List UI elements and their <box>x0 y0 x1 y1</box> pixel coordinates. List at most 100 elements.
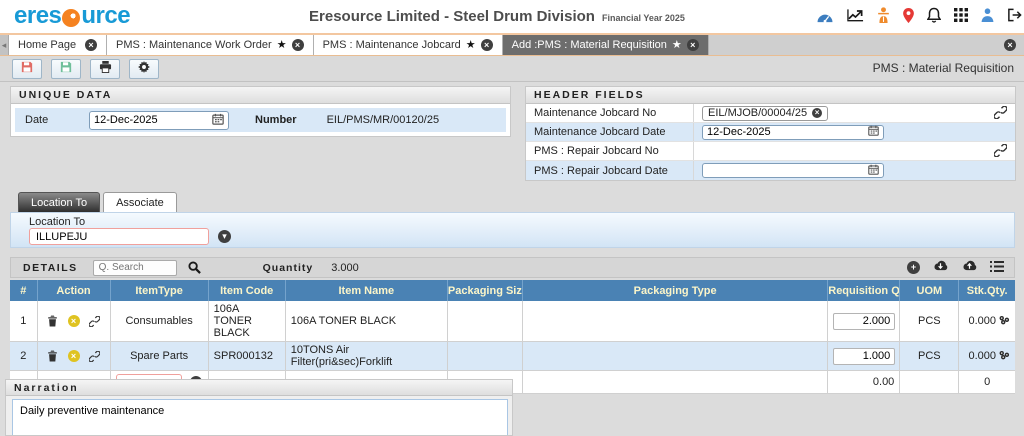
location-to-panel: Location To ▾ <box>10 212 1015 248</box>
tab-close-icon[interactable]: × <box>481 39 493 51</box>
tab-scroll-left-button[interactable]: ◂ <box>0 35 9 55</box>
cell-itemname: 106A TONER BLACK <box>285 301 447 342</box>
quantity-label: Quantity <box>263 262 314 274</box>
print-button[interactable] <box>90 59 120 79</box>
calendar-icon[interactable] <box>212 113 224 128</box>
location-dropdown-icon[interactable]: ▾ <box>218 230 231 243</box>
tab-label: Associate <box>116 197 164 209</box>
link-lookup-icon[interactable] <box>994 106 1007 122</box>
cell-itemname: 10TONS Air Filter(pri&sec)Forklift <box>285 342 447 371</box>
cell-packaging-type <box>522 301 827 342</box>
cancel-row-icon[interactable]: × <box>68 315 80 327</box>
stock-lookup-icon[interactable] <box>996 315 1010 327</box>
field-row-maintenance-jobcard-no: Maintenance Jobcard No EIL/MJOB/00004/25… <box>526 104 1015 123</box>
document-tab-bar: ◂ Home Page × PMS : Maintenance Work Ord… <box>0 33 1024 56</box>
logout-icon[interactable] <box>1007 8 1022 22</box>
tab-star-icon[interactable]: ★ <box>672 40 682 51</box>
link-lookup-icon[interactable] <box>994 144 1007 160</box>
table-row: 2 × Spare Parts SPR000132 10TONS Air Fil… <box>10 342 1015 371</box>
calendar-icon[interactable] <box>868 164 879 178</box>
cell-actions: × <box>37 301 110 342</box>
add-row-icon[interactable]: + <box>907 261 920 274</box>
row-link-icon[interactable] <box>89 316 100 327</box>
row-link-icon[interactable] <box>89 351 100 362</box>
tab-associate[interactable]: Associate <box>103 192 177 212</box>
save-new-button[interactable] <box>51 59 81 79</box>
header-fields-header: HEADER FIELDS <box>526 87 1015 104</box>
location-to-input[interactable] <box>29 228 209 245</box>
date-input[interactable] <box>94 114 212 126</box>
cell-packaging-size <box>447 301 522 342</box>
tab-star-icon[interactable]: ★ <box>277 40 287 51</box>
settings-button[interactable] <box>129 59 159 79</box>
field-value-area <box>694 123 1015 141</box>
tab-home-page[interactable]: Home Page × <box>9 35 107 55</box>
repair-jobcard-date-input[interactable] <box>707 165 868 177</box>
save-button[interactable] <box>12 59 42 79</box>
field-row-repair-jobcard-no: PMS : Repair Jobcard No <box>526 142 1015 161</box>
dashboard-gauge-icon[interactable] <box>816 8 834 23</box>
field-value-area <box>694 161 1015 180</box>
calendar-icon[interactable] <box>868 125 879 139</box>
delete-row-icon[interactable] <box>47 315 58 327</box>
cloud-upload-icon[interactable] <box>961 260 978 275</box>
cancel-row-icon[interactable]: × <box>68 350 80 362</box>
apps-grid-icon[interactable] <box>954 8 968 22</box>
tab-maintenance-work-order[interactable]: PMS : Maintenance Work Order ★ × <box>107 35 314 55</box>
search-icon[interactable] <box>188 261 201 274</box>
top-icon-strip <box>816 7 1022 23</box>
details-search-input[interactable] <box>93 260 177 276</box>
quantity-value: 3.000 <box>331 262 359 274</box>
unique-data-panel: UNIQUE DATA Date Number EIL/PMS/MR/00120… <box>10 86 511 137</box>
field-row-maintenance-jobcard-date: Maintenance Jobcard Date <box>526 123 1015 142</box>
location-pin-icon[interactable] <box>903 8 914 23</box>
tab-label: Home Page <box>18 39 76 51</box>
tab-material-requisition-active[interactable]: Add :PMS : Material Requisition ★ × <box>503 35 709 55</box>
notifications-bell-icon[interactable] <box>927 7 941 23</box>
unique-data-header: UNIQUE DATA <box>11 87 510 104</box>
requisition-qty-input[interactable] <box>833 348 895 365</box>
tab-close-icon[interactable]: × <box>292 39 304 51</box>
col-action: Action <box>37 280 110 301</box>
company-division-title: Eresource Limited - Steel Drum Division <box>309 8 595 25</box>
details-action-icons: + <box>907 260 1004 275</box>
announcement-person-icon[interactable] <box>877 7 890 23</box>
cell-uom: PCS <box>900 301 959 342</box>
narration-panel: Narration Daily preventive maintenance <box>5 379 513 436</box>
analytics-chart-icon[interactable] <box>847 8 864 22</box>
logo-text-2: urce <box>81 2 130 30</box>
eresource-logo[interactable]: eresurce <box>14 2 130 30</box>
requisition-qty-input[interactable] <box>833 313 895 330</box>
remove-jobcard-icon[interactable]: × <box>812 108 822 118</box>
tab-close-icon[interactable]: × <box>85 39 97 51</box>
top-bar: eresurce Eresource Limited - Steel Drum … <box>0 0 1024 33</box>
field-value-area <box>694 142 1015 160</box>
list-view-icon[interactable] <box>990 261 1004 275</box>
field-label: Maintenance Jobcard No <box>526 104 694 122</box>
col-packaging-type: Packaging Type <box>522 280 827 301</box>
field-label: PMS : Repair Jobcard No <box>526 142 694 160</box>
stock-lookup-icon[interactable] <box>996 350 1010 362</box>
user-profile-icon[interactable] <box>981 8 994 22</box>
cell-packaging-type <box>522 342 827 371</box>
delete-row-icon[interactable] <box>47 350 58 362</box>
cloud-download-icon[interactable] <box>932 260 949 275</box>
tab-star-icon[interactable]: ★ <box>466 40 476 51</box>
tab-location-to[interactable]: Location To <box>18 192 100 212</box>
tab-label: Location To <box>31 197 87 209</box>
tab-close-icon[interactable]: × <box>687 39 699 51</box>
table-header-row: # Action ItemType Item Code Item Name Pa… <box>10 280 1015 301</box>
save-green-icon <box>60 61 72 76</box>
jobcard-date-input[interactable] <box>707 126 868 138</box>
col-itemcode: Item Code <box>208 280 285 301</box>
unique-data-body: Date Number EIL/PMS/MR/00120/25 <box>11 104 510 136</box>
close-all-tabs-icon[interactable]: × <box>1004 39 1016 51</box>
col-uom: UOM <box>900 280 959 301</box>
tab-maintenance-jobcard[interactable]: PMS : Maintenance Jobcard ★ × <box>314 35 503 55</box>
narration-textarea[interactable]: Daily preventive maintenance <box>12 399 508 436</box>
jobcard-no-tag[interactable]: EIL/MJOB/00004/25 × <box>702 106 828 121</box>
cell-num: 2 <box>10 342 37 371</box>
cell-packaging-size <box>447 342 522 371</box>
cell-uom <box>900 371 959 394</box>
date-label: Date <box>25 114 89 126</box>
